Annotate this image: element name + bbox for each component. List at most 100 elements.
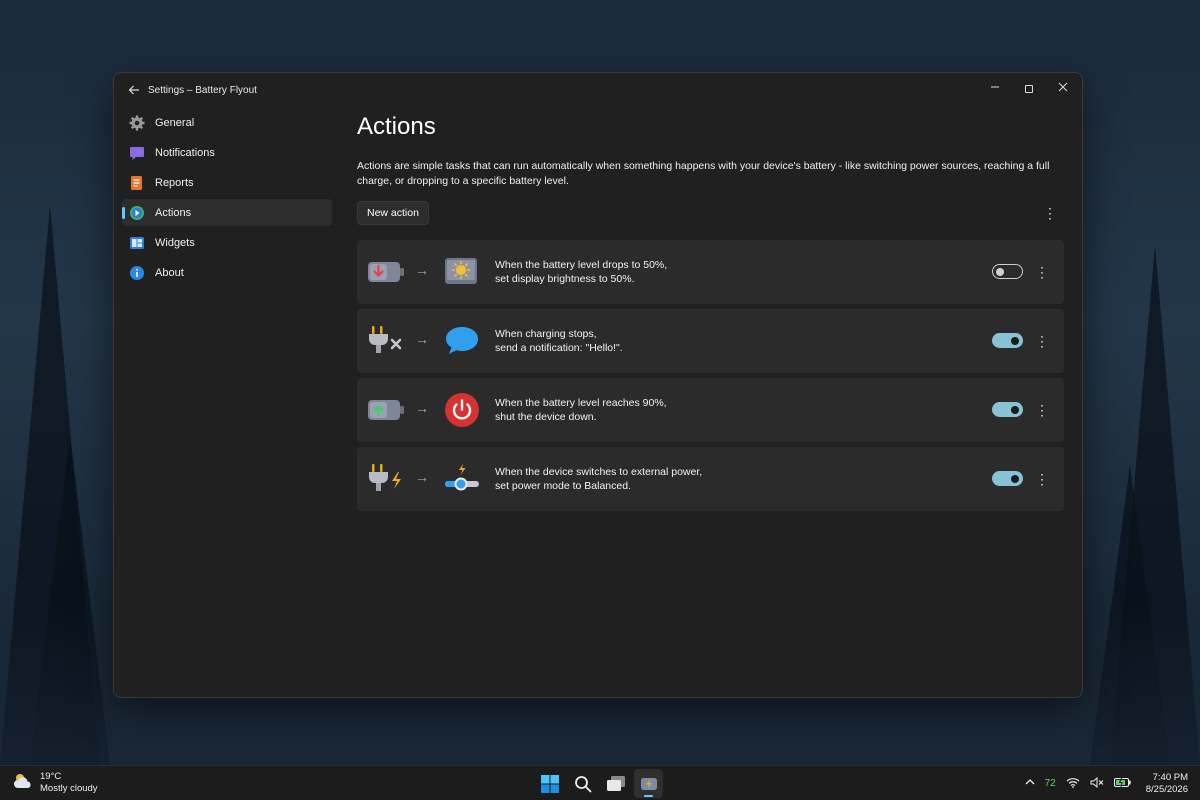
window-title: Settings – Battery Flyout: [148, 85, 257, 96]
action-trigger-text: When charging stops,: [495, 328, 597, 340]
cloudy-weather-icon: [12, 772, 34, 795]
action-list: → When the battery level drops to 50%, s…: [357, 240, 1064, 511]
battery-up-icon: [367, 392, 407, 428]
more-vertical-icon: ⋮: [1035, 264, 1049, 280]
action-description: When the battery level drops to 50%, set…: [495, 258, 667, 286]
action-more-button[interactable]: ⋮: [1034, 331, 1050, 351]
more-vertical-icon: ⋮: [1035, 402, 1049, 418]
taskbar: 19°C Mostly cloudy 72 7:40 PM 8/25/2026: [0, 765, 1200, 800]
plug-power-icon: [367, 461, 407, 497]
action-more-button[interactable]: ⋮: [1034, 469, 1050, 489]
action-result-text: set power mode to Balanced.: [495, 480, 631, 492]
action-description: When the device switches to external pow…: [495, 465, 702, 493]
action-card[interactable]: → When the battery level reaches 90%, sh…: [357, 378, 1064, 442]
show-hidden-icons-button[interactable]: [1025, 778, 1035, 789]
power-icon: [443, 392, 481, 428]
clock-time: 7:40 PM: [1152, 771, 1188, 783]
battery-down-icon: [367, 254, 407, 290]
action-more-button[interactable]: ⋮: [1034, 262, 1050, 282]
wifi-icon[interactable]: [1066, 777, 1080, 791]
back-button[interactable]: [122, 81, 146, 101]
battery-flyout-app-icon: [640, 777, 657, 790]
action-toggle[interactable]: [992, 402, 1023, 417]
arrow-right-icon: →: [415, 331, 429, 347]
settings-window: Settings – Battery Flyout General Notifi…: [113, 72, 1083, 698]
search-button[interactable]: [568, 769, 597, 798]
actions-toolbar: New action ⋮: [357, 201, 1062, 225]
power-mode-slider-icon: [443, 461, 481, 497]
sidebar-item-reports[interactable]: Reports: [122, 169, 332, 196]
arrow-right-icon: →: [415, 262, 429, 278]
gear-icon: [129, 115, 145, 131]
task-view-button[interactable]: [601, 769, 630, 798]
info-icon: [129, 265, 145, 281]
battery-charging-icon[interactable]: [1113, 776, 1132, 791]
action-card[interactable]: → When the battery level drops to 50%, s…: [357, 240, 1064, 304]
more-vertical-icon: ⋮: [1035, 471, 1049, 487]
more-vertical-icon: ⋮: [1035, 333, 1049, 349]
task-view-icon: [606, 775, 625, 791]
sidebar-nav: General Notifications Reports Actions Wi…: [122, 109, 332, 289]
clock[interactable]: 7:40 PM 8/25/2026: [1146, 772, 1188, 796]
arrow-right-icon: →: [415, 469, 429, 485]
taskbar-apps: [535, 769, 667, 798]
unplug-icon: [367, 323, 407, 359]
sidebar-item-label: General: [155, 116, 195, 129]
new-action-button[interactable]: New action: [357, 201, 429, 225]
search-icon: [574, 775, 591, 792]
volume-muted-icon[interactable]: [1090, 776, 1104, 791]
action-toggle[interactable]: [992, 264, 1023, 279]
action-description: When the battery level reaches 90%, shut…: [495, 396, 667, 424]
notification-bubble-icon: [443, 323, 481, 359]
chat-bubble-icon: [129, 145, 145, 161]
weather-description: Mostly cloudy: [40, 783, 98, 794]
maximize-icon: [1025, 84, 1033, 93]
page-title: Actions: [357, 113, 436, 140]
arrow-right-icon: →: [415, 400, 429, 416]
sidebar-item-widgets[interactable]: Widgets: [122, 229, 332, 256]
more-options-button[interactable]: ⋮: [1040, 203, 1060, 223]
sidebar-item-label: Widgets: [155, 236, 195, 249]
sidebar-item-general[interactable]: General: [122, 109, 332, 136]
minimize-button[interactable]: [978, 75, 1012, 101]
start-button[interactable]: [535, 769, 564, 798]
action-trigger-text: When the battery level drops to 50%,: [495, 259, 668, 271]
sidebar-item-about[interactable]: About: [122, 259, 332, 286]
close-button[interactable]: [1046, 75, 1080, 101]
sidebar-item-label: Notifications: [155, 146, 215, 159]
main-content: Actions Actions are simple tasks that ca…: [357, 109, 1064, 697]
action-trigger-text: When the battery level reaches 90%,: [495, 397, 667, 409]
sidebar-item-actions[interactable]: Actions: [122, 199, 332, 226]
weather-widget[interactable]: 19°C Mostly cloudy: [12, 771, 98, 795]
chevron-up-icon: [1025, 779, 1035, 785]
title-bar: Settings – Battery Flyout: [114, 73, 1082, 109]
sidebar-item-label: About: [155, 266, 184, 279]
action-result-text: send a notification: "Hello!".: [495, 342, 623, 354]
report-icon: [129, 175, 145, 191]
battery-percentage[interactable]: 72: [1045, 778, 1056, 789]
minimize-icon: [991, 86, 999, 88]
action-toggle[interactable]: [992, 333, 1023, 348]
widgets-icon: [129, 235, 145, 251]
action-more-button[interactable]: ⋮: [1034, 400, 1050, 420]
action-trigger-text: When the device switches to external pow…: [495, 466, 703, 478]
clock-date: 8/25/2026: [1145, 783, 1188, 795]
weather-temperature: 19°C: [40, 771, 62, 782]
close-icon: [1058, 82, 1068, 92]
sidebar-item-notifications[interactable]: Notifications: [122, 139, 332, 166]
action-result-text: set display brightness to 50%.: [495, 273, 635, 285]
play-icon: [129, 205, 145, 221]
sidebar-item-label: Reports: [155, 176, 194, 189]
sidebar-item-label: Actions: [155, 206, 192, 219]
brightness-icon: [443, 254, 481, 290]
maximize-button[interactable]: [1012, 75, 1046, 101]
system-tray: 72 7:40 PM 8/25/2026: [1015, 766, 1188, 800]
windows-logo-icon: [540, 774, 559, 793]
battery-flyout-app-button[interactable]: [634, 769, 663, 798]
action-result-text: shut the device down.: [495, 411, 597, 423]
action-description: When charging stops, send a notification…: [495, 327, 623, 355]
action-card[interactable]: → When charging stops, send a notificati…: [357, 309, 1064, 373]
action-card[interactable]: → When the device switches to external p…: [357, 447, 1064, 511]
action-toggle[interactable]: [992, 471, 1023, 486]
back-arrow-icon: [128, 85, 139, 95]
